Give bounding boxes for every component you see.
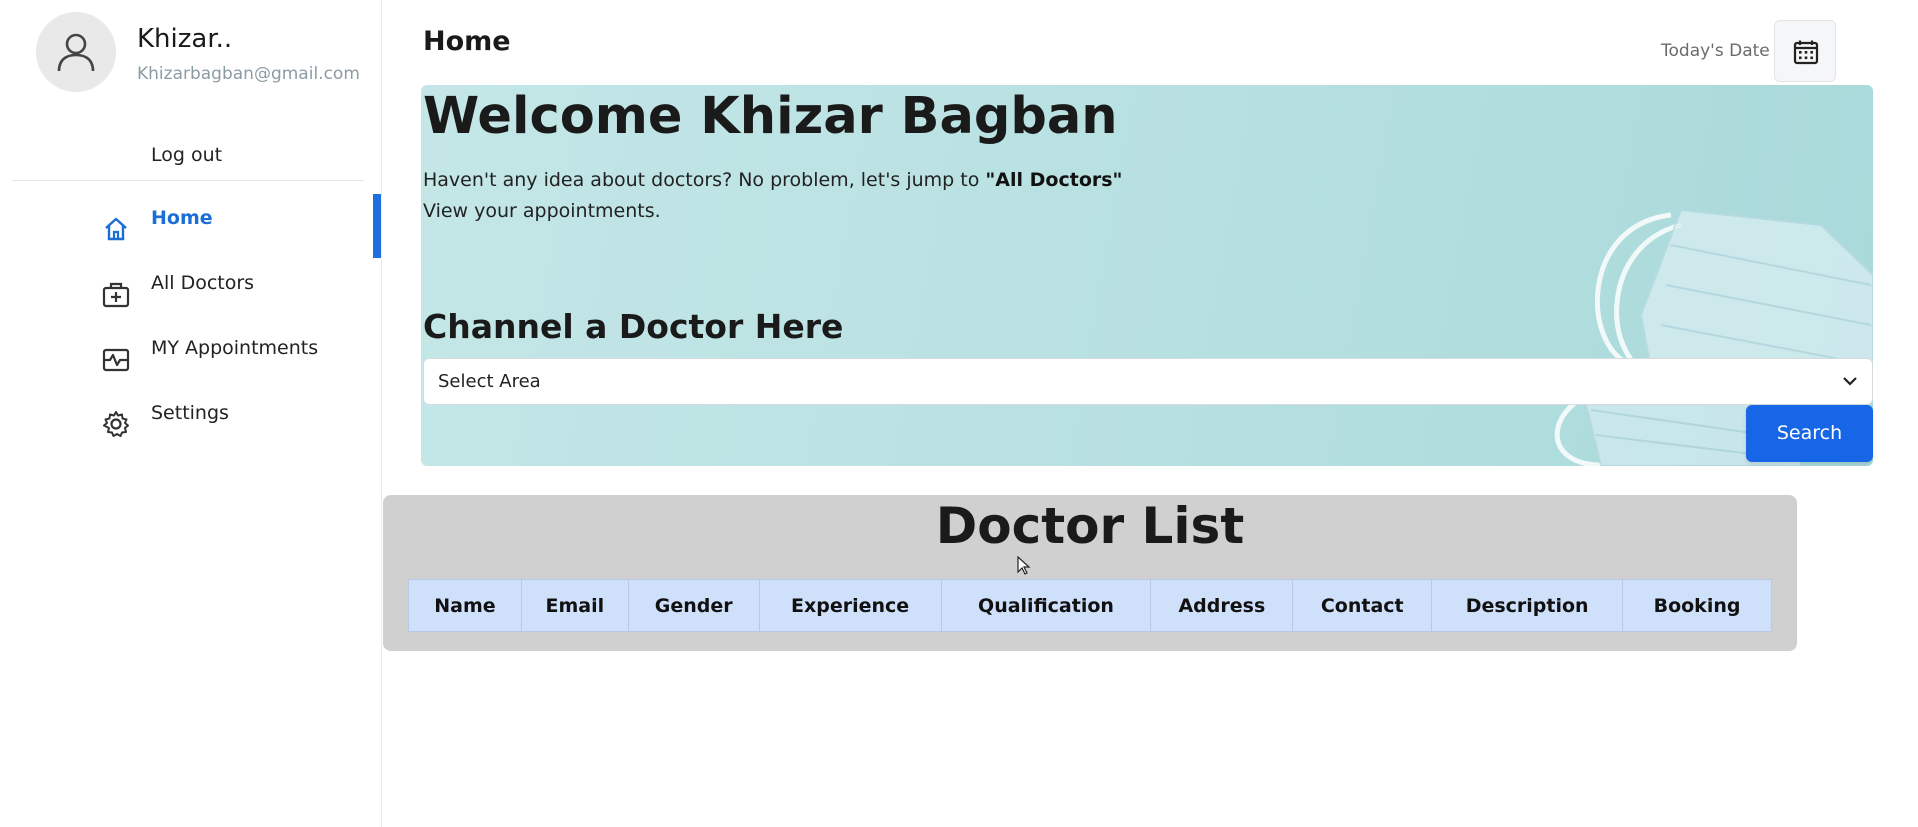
calendar-icon	[1793, 40, 1819, 65]
hero-text: Haven't any idea about doctors? No probl…	[423, 169, 1122, 191]
column-header: Booking	[1622, 579, 1772, 632]
column-header: Name	[408, 579, 522, 632]
sidebar: Khizar.. Khizarbagban@gmail.com Log out …	[0, 0, 382, 827]
active-indicator	[373, 194, 381, 258]
sidebar-item-label: Home	[151, 207, 213, 229]
avatar	[36, 12, 116, 92]
column-header: Contact	[1292, 579, 1433, 632]
home-icon	[105, 217, 127, 241]
doctor-list-title: Doctor List	[935, 497, 1245, 555]
logout-button[interactable]: Log out	[151, 144, 222, 166]
hero-text-part: Haven't any idea about doctors? No probl…	[423, 169, 986, 191]
column-header: Qualification	[940, 579, 1152, 632]
sidebar-item-label: MY Appointments	[151, 337, 319, 359]
sidebar-item-label: All Doctors	[151, 272, 255, 294]
profile-section: Khizar.. Khizarbagban@gmail.com	[36, 12, 376, 94]
doctor-table: Name Email Gender Experience Qualificati…	[408, 579, 1772, 632]
table-header-row: Name Email Gender Experience Qualificati…	[408, 579, 1772, 632]
profile-email: Khizarbagban@gmail.com	[137, 64, 360, 84]
welcome-banner: Welcome Khizar Bagban Haven't any idea a…	[421, 85, 1873, 466]
sidebar-item-home[interactable]: Home	[0, 194, 381, 258]
column-header: Address	[1150, 579, 1294, 632]
sidebar-item-appointments[interactable]: MY Appointments	[0, 324, 381, 388]
area-select[interactable]: Select Area	[423, 358, 1873, 405]
doctor-list-card: Doctor List Name Email Gender Experience…	[383, 495, 1797, 651]
column-header: Experience	[758, 579, 942, 632]
search-button[interactable]: Search	[1746, 405, 1873, 462]
area-select-value: Select Area	[438, 371, 541, 392]
todays-date-label: Today's Date	[1661, 41, 1770, 61]
calendar-button[interactable]	[1774, 20, 1836, 82]
appointments-icon	[102, 348, 130, 372]
column-header: Email	[520, 579, 629, 632]
welcome-heading: Welcome Khizar Bagban	[423, 87, 1118, 146]
sidebar-item-settings[interactable]: Settings	[0, 389, 381, 453]
all-doctors-link[interactable]: "All Doctors"	[985, 169, 1122, 191]
gear-icon	[103, 411, 129, 437]
user-icon	[57, 33, 95, 72]
channel-heading: Channel a Doctor Here	[423, 307, 844, 346]
profile-name: Khizar..	[137, 24, 233, 54]
mouse-cursor-icon	[1017, 556, 1031, 575]
chevron-down-icon	[1843, 377, 1857, 386]
view-appointments-text[interactable]: View your appointments.	[423, 200, 661, 222]
column-header: Description	[1431, 579, 1624, 632]
sidebar-item-all-doctors[interactable]: All Doctors	[0, 259, 381, 323]
page-title: Home	[423, 26, 511, 57]
sidebar-item-label: Settings	[151, 402, 229, 424]
column-header: Gender	[627, 579, 760, 632]
divider	[12, 180, 364, 181]
medical-bag-icon	[102, 282, 130, 308]
